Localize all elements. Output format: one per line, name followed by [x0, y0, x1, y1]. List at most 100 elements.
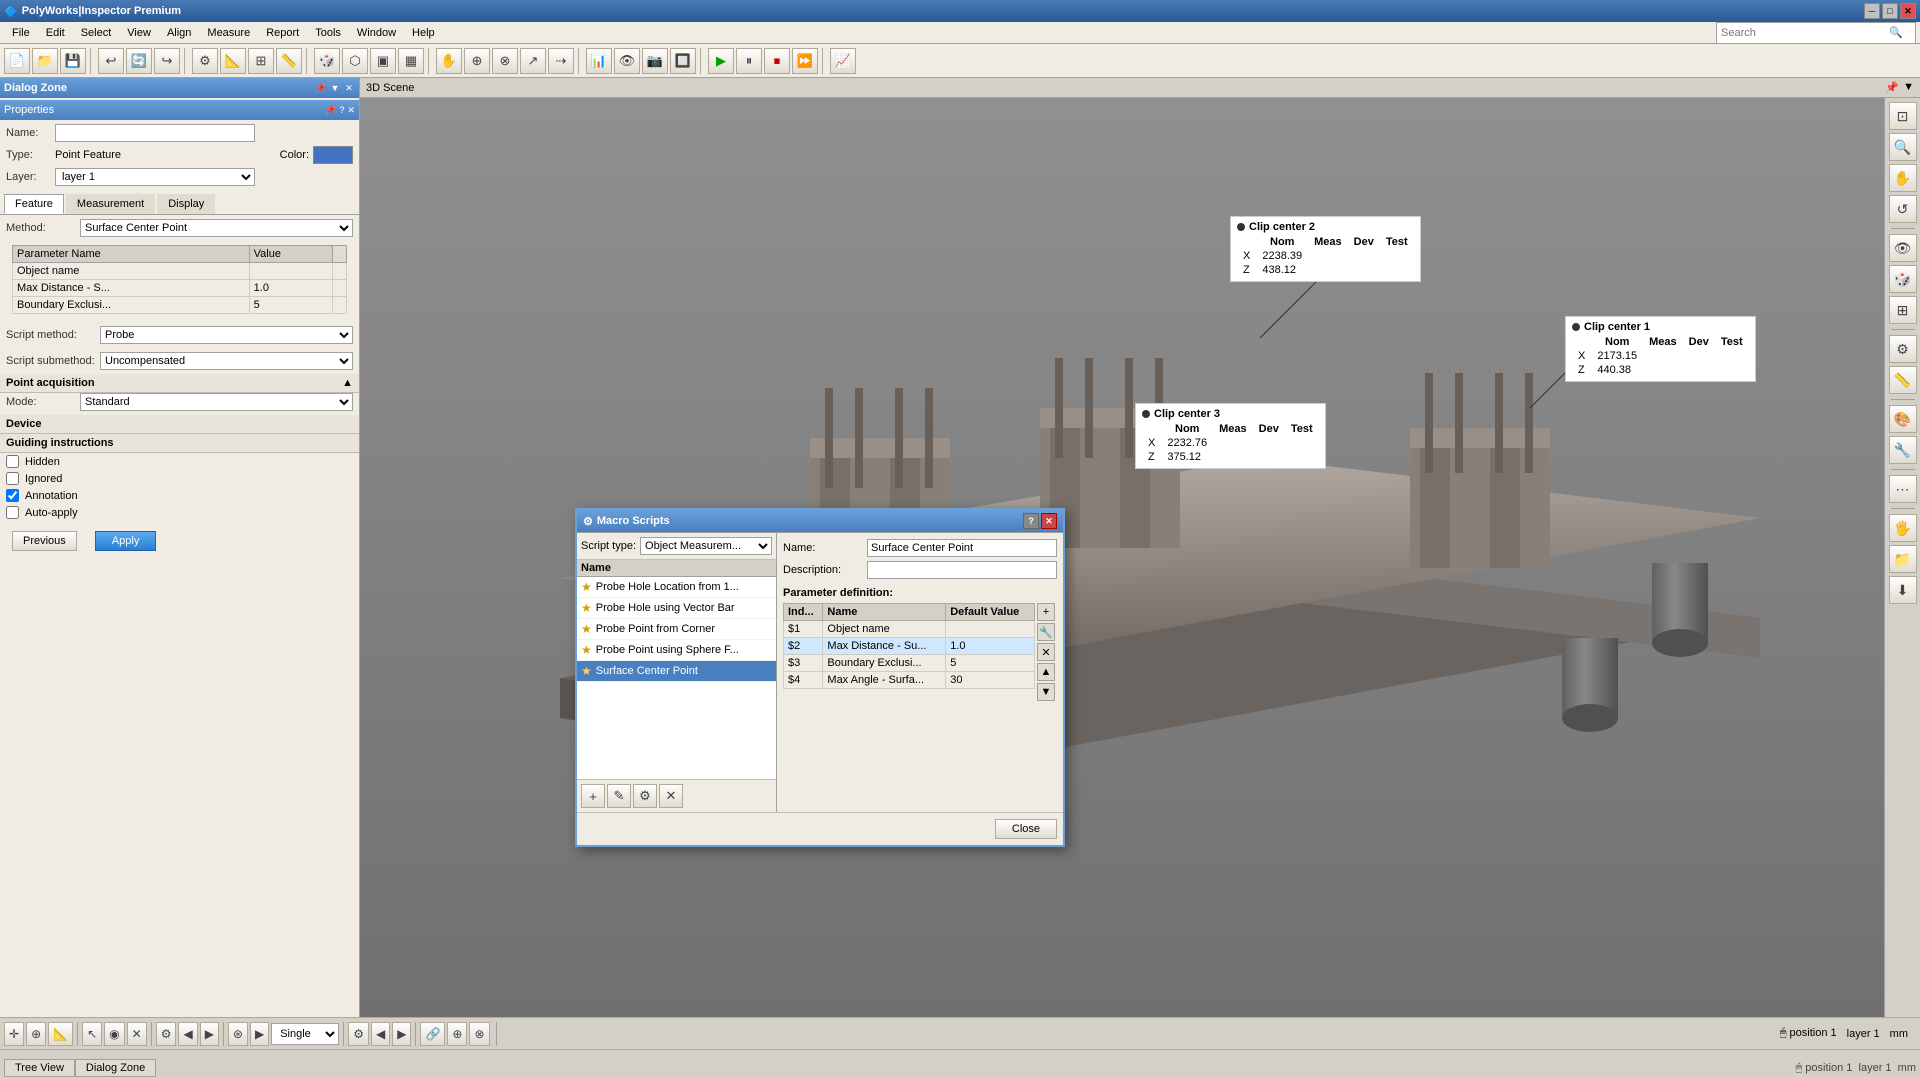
menu-report[interactable]: Report [258, 25, 307, 41]
tab-tree-view[interactable]: Tree View [4, 1059, 75, 1077]
minimize-button[interactable]: ─ [1864, 3, 1880, 19]
rt-filter-btn[interactable]: 🔧 [1889, 436, 1917, 464]
macro-close-button[interactable]: Close [995, 819, 1057, 839]
tb-save-button[interactable]: 💾 [60, 48, 86, 74]
tb-sphere-button[interactable]: ⬡ [342, 48, 368, 74]
tb-arrow2-button[interactable]: ⇢ [548, 48, 574, 74]
tab-feature[interactable]: Feature [4, 194, 64, 214]
rt-grid-btn[interactable]: ⊞ [1889, 296, 1917, 324]
ignored-checkbox[interactable] [6, 472, 19, 485]
menu-file[interactable]: File [4, 25, 38, 41]
previous-button[interactable]: Previous [12, 531, 77, 551]
tab-dialog-zone[interactable]: Dialog Zone [75, 1059, 156, 1077]
bt-play-btn[interactable]: ▶ [250, 1022, 269, 1046]
rt-zoom-fit-btn[interactable]: ⊡ [1889, 102, 1917, 130]
layer-select[interactable]: layer 1 [55, 168, 255, 186]
script-item-probe-hole-vec[interactable]: ★ Probe Hole using Vector Bar [577, 598, 776, 619]
rt-rotate-btn[interactable]: ↺ [1889, 195, 1917, 223]
param-scrollbar[interactable] [333, 246, 347, 263]
menu-help[interactable]: Help [404, 25, 443, 41]
props-pin-btn[interactable]: 📌 [325, 105, 336, 115]
bt-remove-btn[interactable]: ✕ [127, 1022, 147, 1046]
bt-left-btn[interactable]: ◀ [178, 1022, 197, 1046]
param-remove-btn[interactable]: ✕ [1037, 643, 1055, 661]
script-item-probe-point-corner[interactable]: ★ Probe Point from Corner [577, 619, 776, 640]
script-delete-btn[interactable]: ✕ [659, 784, 683, 808]
tb-camera-button[interactable]: 📷 [642, 48, 668, 74]
dz-pin-btn[interactable]: 📌 [315, 83, 327, 94]
rt-more-btn[interactable]: ⋯ [1889, 475, 1917, 503]
tb-chart-button[interactable]: 📈 [830, 48, 856, 74]
tb-stop-button[interactable]: ⏹ [764, 48, 790, 74]
param-add-btn[interactable]: + [1037, 603, 1055, 621]
param-up-btn[interactable]: ▲ [1037, 663, 1055, 681]
auto-apply-checkbox[interactable] [6, 506, 19, 519]
bt-cursor-btn[interactable]: ↖ [82, 1022, 102, 1046]
bt-target2-btn[interactable]: ⊕ [447, 1022, 467, 1046]
dz-arrow-btn[interactable]: ▼ [329, 83, 341, 94]
menu-tools[interactable]: Tools [307, 25, 349, 41]
menu-edit[interactable]: Edit [38, 25, 73, 41]
rt-pan-btn[interactable]: ✋ [1889, 164, 1917, 192]
props-help-btn[interactable]: ? [339, 105, 344, 115]
tb-play-button[interactable]: ▶ [708, 48, 734, 74]
script-config-btn[interactable]: ⚙ [633, 784, 657, 808]
menu-view[interactable]: View [119, 25, 159, 41]
script-method-select[interactable]: Probe [100, 326, 353, 344]
tb-arrow-button[interactable]: ↗ [520, 48, 546, 74]
rt-settings-btn[interactable]: ⚙ [1889, 335, 1917, 363]
macro-close-btn[interactable]: ✕ [1041, 513, 1057, 529]
bt-probe-btn[interactable]: ⊛ [228, 1022, 248, 1046]
tb-redo-undo-button[interactable]: 🔄 [126, 48, 152, 74]
props-close-btn[interactable]: ✕ [347, 105, 355, 115]
rt-zoom-in-btn[interactable]: 🔍 [1889, 133, 1917, 161]
macro-name-input[interactable] [867, 539, 1057, 557]
bt-measure-btn[interactable]: 📐 [48, 1022, 73, 1046]
script-submethod-select[interactable]: Uncompensated [100, 352, 353, 370]
bt-crosshair-btn[interactable]: ✛ [4, 1022, 24, 1046]
bt-link-btn[interactable]: 🔗 [420, 1022, 445, 1046]
bt-arrow-left-btn[interactable]: ◀ [371, 1022, 390, 1046]
bt-probe2-btn[interactable]: ⊗ [469, 1022, 489, 1046]
rt-measure-btn[interactable]: 📏 [1889, 366, 1917, 394]
tb-surface-button[interactable]: ▦ [398, 48, 424, 74]
rt-hand-btn[interactable]: 🖐 [1889, 514, 1917, 542]
script-item-probe-point-sphere[interactable]: ★ Probe Point using Sphere F... [577, 640, 776, 661]
dz-close-btn[interactable]: ✕ [343, 83, 355, 94]
close-button[interactable]: ✕ [1900, 3, 1916, 19]
guiding-section[interactable]: Guiding instructions [0, 434, 359, 453]
menu-align[interactable]: Align [159, 25, 199, 41]
bt-target-btn[interactable]: ⊕ [26, 1022, 46, 1046]
script-add-btn[interactable]: + [581, 784, 605, 808]
bt-arrow-right-btn[interactable]: ▶ [392, 1022, 411, 1046]
tab-display[interactable]: Display [157, 194, 215, 214]
rt-view-btn[interactable]: 👁 [1889, 234, 1917, 262]
param-down-btn[interactable]: ▼ [1037, 683, 1055, 701]
tb-open-button[interactable]: 📁 [32, 48, 58, 74]
tb-settings-button[interactable]: ⚙ [192, 48, 218, 74]
tb-scan-button[interactable]: 🔲 [670, 48, 696, 74]
tb-measure1-button[interactable]: 📐 [220, 48, 246, 74]
point-acquisition-section[interactable]: Point acquisition ▲ [0, 374, 359, 393]
rt-color-btn[interactable]: 🎨 [1889, 405, 1917, 433]
device-section[interactable]: Device [0, 415, 359, 434]
menu-select[interactable]: Select [73, 25, 120, 41]
bt-config-btn[interactable]: ⚙ [156, 1022, 177, 1046]
method-select[interactable]: Surface Center Point [80, 219, 353, 237]
tb-measure3-button[interactable]: 📊 [586, 48, 612, 74]
menu-measure[interactable]: Measure [199, 25, 258, 41]
bt-right-btn[interactable]: ▶ [200, 1022, 219, 1046]
color-swatch[interactable] [313, 146, 353, 164]
rt-download-btn[interactable]: ⬇ [1889, 576, 1917, 604]
script-edit-btn[interactable]: ✎ [607, 784, 631, 808]
maximize-button[interactable]: □ [1882, 3, 1898, 19]
param-wrench-btn[interactable]: 🔧 [1037, 623, 1055, 641]
script-type-select[interactable]: Object Measurem... [640, 537, 772, 555]
search-input[interactable] [1717, 24, 1887, 42]
hidden-checkbox[interactable] [6, 455, 19, 468]
script-item-probe-hole-loc[interactable]: ★ Probe Hole Location from 1... [577, 577, 776, 598]
apply-button[interactable]: Apply [95, 531, 157, 551]
script-item-surface-center[interactable]: ★ Surface Center Point [577, 661, 776, 682]
tb-3d-button[interactable]: 🎲 [314, 48, 340, 74]
annotation-checkbox[interactable] [6, 489, 19, 502]
